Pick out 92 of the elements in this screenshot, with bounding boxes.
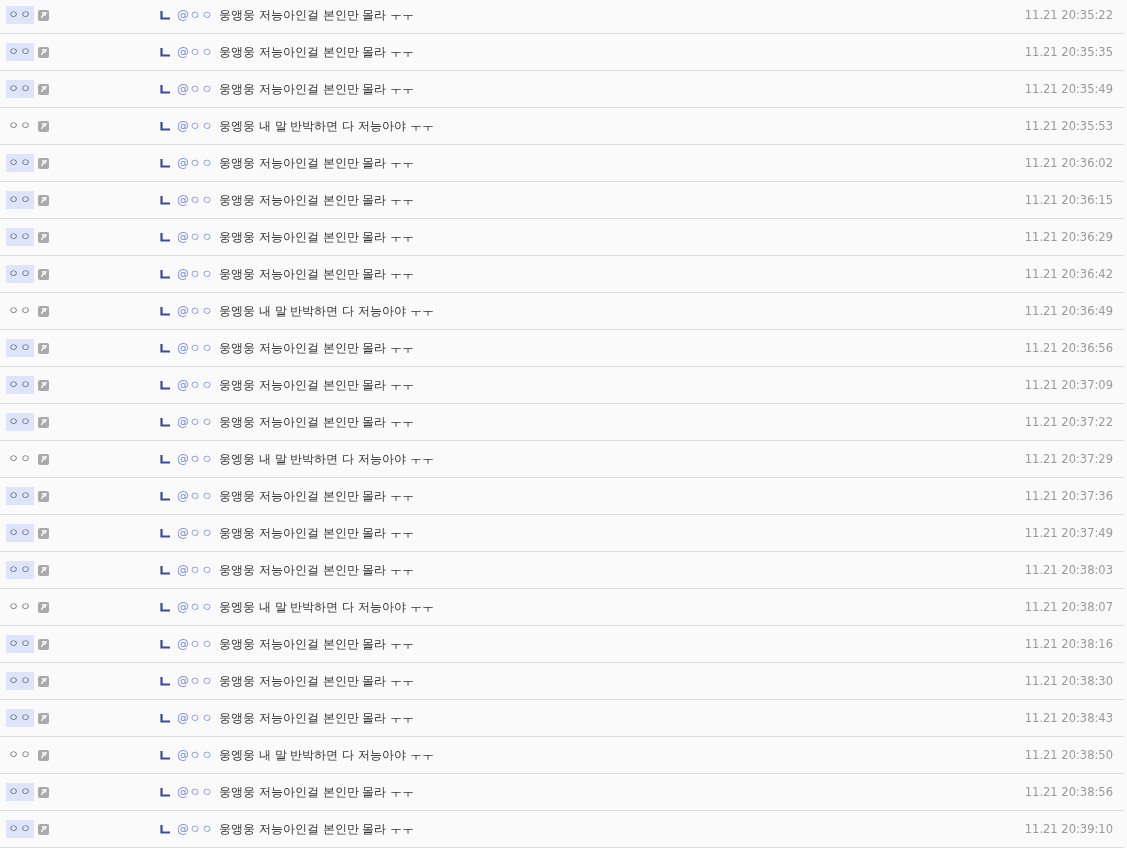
comment-time: 11.21 20:36:02 [1024, 156, 1114, 170]
user-badge-icon [38, 83, 49, 95]
user-badge-icon [38, 749, 49, 761]
comment-text: 웅앵웅 저능아인걸 본인만 몰라 ㅜㅜ [219, 783, 416, 801]
comment-time: 11.21 20:36:29 [1024, 230, 1114, 244]
user-badge-icon [38, 490, 49, 502]
user-badge-icon [38, 786, 49, 798]
user-badge-icon [38, 342, 49, 354]
author-name[interactable]: ㅇㅇ [6, 783, 34, 801]
comment-time: 11.21 20:39:10 [1024, 822, 1114, 836]
author-name[interactable]: ㅇㅇ [6, 672, 34, 690]
comment-text: 웅엥웅 내 말 반박하면 다 저능아야 ㅜㅜ [219, 746, 435, 764]
comment-time: 11.21 20:36:56 [1024, 341, 1114, 355]
user-badge-icon [38, 823, 49, 835]
author-name[interactable]: ㅇㅇ [6, 561, 34, 579]
user-badge-icon [38, 675, 49, 687]
author-name[interactable]: ㅇㅇ [6, 80, 34, 98]
comment-text: 웅앵웅 저능아인걸 본인만 몰라 ㅜㅜ [219, 413, 416, 431]
user-badge-icon [38, 305, 49, 317]
user-badge-icon [38, 379, 49, 391]
comment-time: 11.21 20:35:22 [1024, 8, 1114, 22]
comment-time: 11.21 20:37:09 [1024, 378, 1114, 392]
author-name[interactable]: ㅇㅇ [6, 450, 34, 468]
author-name[interactable]: ㅇㅇ [6, 6, 34, 24]
user-badge-icon [38, 120, 49, 132]
comment-time: 11.21 20:38:30 [1024, 674, 1114, 688]
comment-time: 11.21 20:37:22 [1024, 415, 1114, 429]
user-badge-icon [38, 157, 49, 169]
user-badge-icon [38, 527, 49, 539]
comment-text: 웅앵웅 저능아인걸 본인만 몰라 ㅜㅜ [219, 820, 416, 838]
user-badge-icon [38, 601, 49, 613]
comment-text: 웅엥웅 내 말 반박하면 다 저능아야 ㅜㅜ [219, 450, 435, 468]
comment-text: 웅앵웅 저능아인걸 본인만 몰라 ㅜㅜ [219, 43, 416, 61]
comment-text: 웅앵웅 저능아인걸 본인만 몰라 ㅜㅜ [219, 635, 416, 653]
comment-text: 웅앵웅 저능아인걸 본인만 몰라 ㅜㅜ [219, 339, 416, 357]
author-name[interactable]: ㅇㅇ [6, 598, 34, 616]
user-badge-icon [38, 194, 49, 206]
author-name[interactable]: ㅇㅇ [6, 524, 34, 542]
comment-time: 11.21 20:38:03 [1024, 563, 1114, 577]
comment-text: 웅앵웅 저능아인걸 본인만 몰라 ㅜㅜ [219, 672, 416, 690]
author-name[interactable]: ㅇㅇ [6, 302, 34, 320]
author-name[interactable]: ㅇㅇ [6, 117, 34, 135]
user-badge-icon [38, 46, 49, 58]
author-name[interactable]: ㅇㅇ [6, 376, 34, 394]
comment-time: 11.21 20:36:42 [1024, 267, 1114, 281]
author-name[interactable]: ㅇㅇ [6, 709, 34, 727]
comment-text: 웅엥웅 내 말 반박하면 다 저능아야 ㅜㅜ [219, 598, 435, 616]
comment-text: 웅앵웅 저능아인걸 본인만 몰라 ㅜㅜ [219, 80, 416, 98]
comment-time: 11.21 20:38:16 [1024, 637, 1114, 651]
comment-text: 웅앵웅 저능아인걸 본인만 몰라 ㅜㅜ [219, 265, 416, 283]
comment-time: 11.21 20:38:50 [1024, 748, 1114, 762]
comment-time: 11.21 20:35:35 [1024, 45, 1114, 59]
comment-text: 웅앵웅 저능아인걸 본인만 몰라 ㅜㅜ [219, 6, 416, 24]
author-name[interactable]: ㅇㅇ [6, 820, 34, 838]
comment-text: 웅앵웅 저능아인걸 본인만 몰라 ㅜㅜ [219, 228, 416, 246]
user-badge-icon [38, 564, 49, 576]
comment-time: 11.21 20:36:49 [1024, 304, 1114, 318]
author-name[interactable]: ㅇㅇ [6, 487, 34, 505]
author-name[interactable]: ㅇㅇ [6, 154, 34, 172]
user-badge-icon [38, 638, 49, 650]
author-name[interactable]: ㅇㅇ [6, 265, 34, 283]
comment-time: 11.21 20:37:29 [1024, 452, 1114, 466]
comment-text: 웅앵웅 저능아인걸 본인만 몰라 ㅜㅜ [219, 709, 416, 727]
author-name[interactable]: ㅇㅇ [6, 413, 34, 431]
comment-time: 11.21 20:36:15 [1024, 193, 1114, 207]
comment-time: 11.21 20:35:53 [1024, 119, 1114, 133]
author-name[interactable]: ㅇㅇ [6, 339, 34, 357]
comment-time: 11.21 20:38:07 [1024, 600, 1114, 614]
comment-text: 웅앵웅 저능아인걸 본인만 몰라 ㅜㅜ [219, 561, 416, 579]
user-badge-icon [38, 268, 49, 280]
comment-text: 웅앵웅 저능아인걸 본인만 몰라 ㅜㅜ [219, 487, 416, 505]
author-name[interactable]: ㅇㅇ [6, 191, 34, 209]
comment-text: 웅엥웅 내 말 반박하면 다 저능아야 ㅜㅜ [219, 117, 435, 135]
comment-text: 웅엥웅 내 말 반박하면 다 저능아야 ㅜㅜ [219, 302, 435, 320]
comment-text: 웅앵웅 저능아인걸 본인만 몰라 ㅜㅜ [219, 191, 416, 209]
user-badge-icon [38, 712, 49, 724]
comment-time: 11.21 20:35:49 [1024, 82, 1114, 96]
comment-text: 웅앵웅 저능아인걸 본인만 몰라 ㅜㅜ [219, 154, 416, 172]
comment-text: 웅앵웅 저능아인걸 본인만 몰라 ㅜㅜ [219, 524, 416, 542]
author-name[interactable]: ㅇㅇ [6, 43, 34, 61]
comment-time: 11.21 20:37:49 [1024, 526, 1114, 540]
comment-time: 11.21 20:38:56 [1024, 785, 1114, 799]
comment-time: 11.21 20:37:36 [1024, 489, 1114, 503]
comment-time: 11.21 20:38:43 [1024, 711, 1114, 725]
author-name[interactable]: ㅇㅇ [6, 746, 34, 764]
user-badge-icon [38, 9, 49, 21]
user-badge-icon [38, 231, 49, 243]
user-badge-icon [38, 453, 49, 465]
comment-text: 웅앵웅 저능아인걸 본인만 몰라 ㅜㅜ [219, 376, 416, 394]
author-name[interactable]: ㅇㅇ [6, 228, 34, 246]
author-name[interactable]: ㅇㅇ [6, 635, 34, 653]
user-badge-icon [38, 416, 49, 428]
